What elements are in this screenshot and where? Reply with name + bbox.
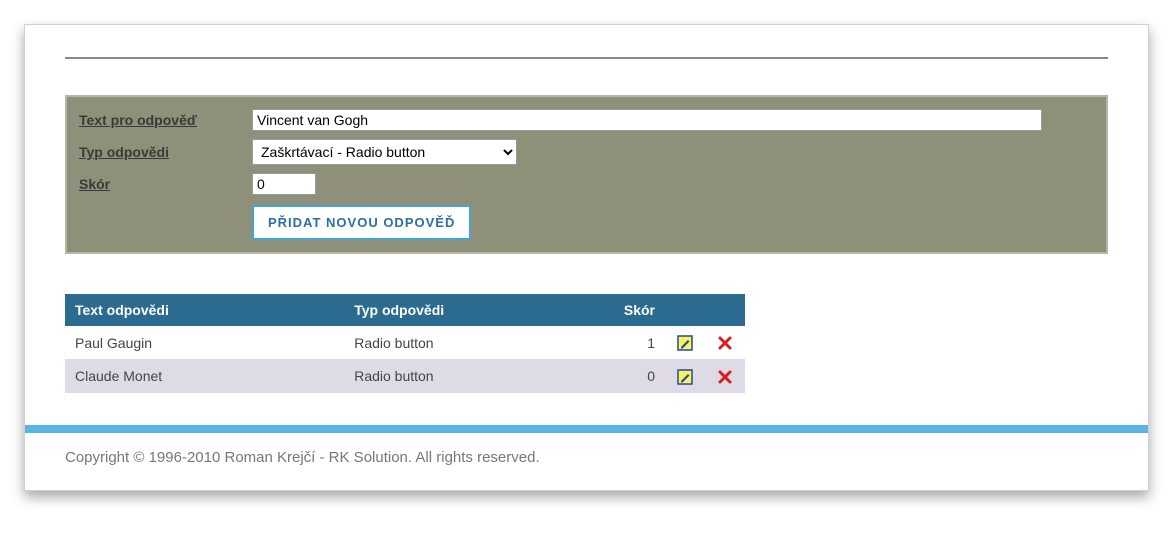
table-row: Paul Gaugin Radio button 1 xyxy=(65,326,745,359)
edit-icon[interactable] xyxy=(677,335,693,351)
row-score: Skór xyxy=(77,169,1096,199)
col-header-edit xyxy=(665,294,705,326)
col-header-type: Typ odpovědi xyxy=(344,294,614,326)
edit-icon[interactable] xyxy=(677,369,693,385)
table-header-row: Text odpovědi Typ odpovědi Skór xyxy=(65,294,745,326)
divider-top xyxy=(65,57,1108,59)
answers-table: Text odpovědi Typ odpovědi Skór Paul Gau… xyxy=(65,294,745,393)
footer-divider xyxy=(25,425,1148,433)
row-answer-type: Typ odpovědi Zaškrtávací - Radio button xyxy=(77,135,1096,169)
label-score: Skór xyxy=(77,176,252,192)
cell-score: 1 xyxy=(614,326,665,359)
copyright-text: Copyright © 1996-2010 Roman Krejčí - RK … xyxy=(65,445,1108,470)
cell-text: Claude Monet xyxy=(65,359,344,392)
delete-icon[interactable] xyxy=(717,335,733,351)
delete-icon[interactable] xyxy=(717,369,733,385)
col-header-delete xyxy=(705,294,745,326)
row-answer-text: Text pro odpověď xyxy=(77,105,1096,135)
cell-score: 0 xyxy=(614,359,665,392)
col-header-text: Text odpovědi xyxy=(65,294,344,326)
cell-type: Radio button xyxy=(344,326,614,359)
answer-form-panel: Text pro odpověď Typ odpovědi Zaškrtávac… xyxy=(65,95,1108,254)
col-header-score: Skór xyxy=(614,294,665,326)
table-row: Claude Monet Radio button 0 xyxy=(65,359,745,392)
page-container: Text pro odpověď Typ odpovědi Zaškrtávac… xyxy=(24,24,1149,491)
cell-text: Paul Gaugin xyxy=(65,326,344,359)
answer-text-input[interactable] xyxy=(252,109,1042,131)
label-answer-text: Text pro odpověď xyxy=(77,112,252,128)
answer-type-select[interactable]: Zaškrtávací - Radio button xyxy=(252,139,517,165)
label-answer-type: Typ odpovědi xyxy=(77,144,252,160)
add-answer-button[interactable]: PŘIDAT NOVOU ODPOVĚĎ xyxy=(252,205,471,240)
cell-type: Radio button xyxy=(344,359,614,392)
score-input[interactable] xyxy=(252,173,316,195)
